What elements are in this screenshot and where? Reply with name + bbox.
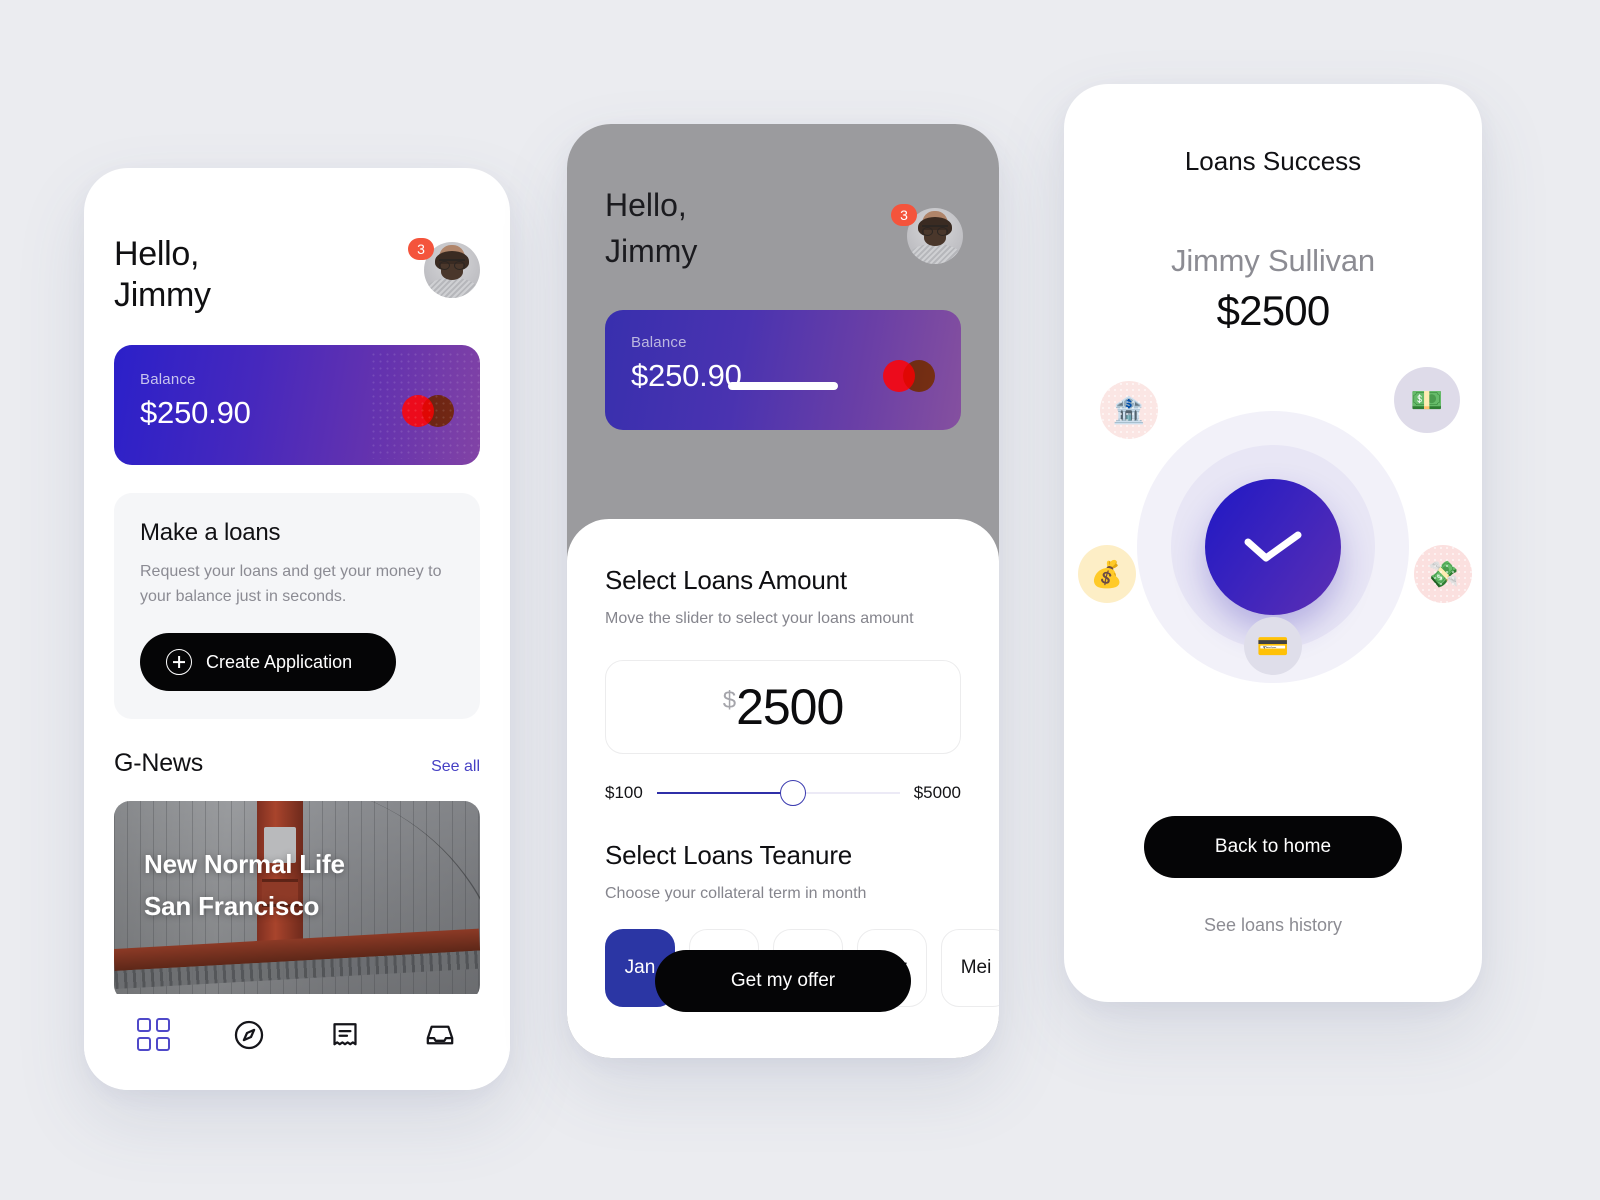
mastercard-orange-circle: [422, 395, 454, 427]
news-header: G-News See all: [114, 749, 480, 778]
receipt-icon[interactable]: [328, 1018, 362, 1052]
phone-home-screen: Hello, Jimmy 3 Balance $250.90 Make a lo…: [84, 168, 510, 1090]
backdrop-balance-label: Balance: [631, 334, 687, 351]
success-title: Loans Success: [1184, 146, 1362, 176]
customer-name: Jimmy Sullivan: [1171, 243, 1375, 278]
news-headline: New Normal Life San Francisco: [144, 843, 345, 927]
slider-min-label: $100: [605, 783, 643, 802]
amount-section-subtitle: Move the slider to select your loans amo…: [605, 610, 914, 627]
news-headline-line-1: New Normal Life: [144, 849, 345, 879]
phone-success-screen: Loans Success Jimmy Sullivan $2500 🏦 💵 💰…: [1064, 84, 1482, 1002]
bottom-tabbar: [84, 994, 510, 1090]
sheet-drag-handle[interactable]: [728, 382, 838, 390]
tenure-section-title: Select Loans Teanure: [605, 840, 853, 870]
success-check-circle: [1205, 479, 1341, 615]
notification-badge[interactable]: 3: [408, 238, 434, 260]
create-application-button[interactable]: Create Application: [140, 633, 396, 691]
backdrop-avatar-body: [909, 244, 961, 264]
news-card[interactable]: New Normal Life San Francisco: [114, 801, 480, 1001]
bank-icon: 🏦: [1100, 381, 1158, 439]
slider-thumb[interactable]: [779, 780, 806, 806]
avatar-body: [426, 278, 478, 298]
loan-amount-slider-row: $100 $5000: [605, 780, 961, 806]
banknotes-icon: 💵: [1394, 367, 1460, 433]
news-headline-line-2: San Francisco: [144, 891, 320, 921]
avatar-with-badge[interactable]: 3: [408, 238, 480, 298]
balance-card[interactable]: Balance $250.90: [114, 345, 480, 465]
greeting-line-2: Jimmy: [114, 276, 211, 314]
compass-icon[interactable]: [232, 1018, 266, 1052]
phone-loan-sheet-screen: Hello, Jimmy 3 Balance $250.90 Select Lo…: [567, 124, 999, 1058]
money-wings-icon: 💸: [1414, 545, 1472, 603]
loan-bottom-sheet: Select Loans Amount Move the slider to s…: [567, 519, 999, 1058]
backdrop-header: Hello, Jimmy 3: [567, 124, 999, 274]
backdrop-mastercard-orange-circle: [903, 360, 935, 392]
month-chip-mei[interactable]: Mei: [941, 929, 999, 1007]
inbox-icon[interactable]: [423, 1018, 457, 1052]
get-my-offer-button[interactable]: Get my offer: [655, 950, 911, 1012]
create-application-label: Create Application: [206, 651, 353, 672]
loan-amount-input[interactable]: $ 2500: [605, 660, 961, 754]
success-amount: $2500: [1216, 287, 1331, 334]
see-loans-history-link[interactable]: See loans history: [1204, 915, 1342, 936]
backdrop-mastercard-icon: [883, 360, 935, 392]
back-to-home-button[interactable]: Back to home: [1144, 816, 1402, 878]
greeting: Hello, Jimmy: [114, 234, 211, 316]
mastercard-icon: [402, 395, 454, 427]
loan-amount-slider[interactable]: [656, 780, 900, 806]
credit-card-icon: 💳: [1244, 617, 1302, 675]
make-a-loan-card: Make a loans Request your loans and get …: [114, 493, 480, 719]
slider-track-fill: [656, 792, 793, 794]
greeting-line-1: Hello,: [114, 235, 200, 273]
money-bag-icon: 💰: [1078, 545, 1136, 603]
make-a-loan-subtitle: Request your loans and get your money to…: [140, 563, 442, 605]
slider-max-label: $5000: [913, 783, 961, 802]
backdrop-avatar-glasses: [922, 225, 948, 237]
see-all-link[interactable]: See all: [431, 758, 480, 776]
grid-icon[interactable]: [136, 1018, 171, 1052]
balance-label: Balance: [140, 371, 196, 388]
success-illustration: 🏦 💵 💰 💸 💳: [1064, 347, 1482, 747]
make-a-loan-title: Make a loans: [140, 519, 281, 546]
home-header: Hello, Jimmy 3: [114, 168, 480, 316]
news-section-title: G-News: [114, 749, 204, 777]
loan-amount-value: 2500: [736, 679, 844, 735]
avatar-glasses: [439, 259, 465, 271]
home-content: Hello, Jimmy 3 Balance $250.90 Make a lo…: [84, 168, 510, 1001]
check-icon: [1244, 531, 1302, 562]
backdrop-avatar-with-badge[interactable]: 3: [891, 204, 963, 264]
amount-section-title: Select Loans Amount: [605, 565, 847, 595]
screen-canvas: Hello, Jimmy 3 Balance $250.90 Make a lo…: [0, 0, 1600, 1200]
backdrop-notification-badge[interactable]: 3: [891, 204, 917, 226]
currency-symbol: $: [722, 687, 737, 714]
plus-circle-icon: [166, 649, 192, 675]
backdrop-balance-card: Balance $250.90: [605, 310, 961, 430]
tenure-section-subtitle: Choose your collateral term in month: [605, 885, 867, 902]
